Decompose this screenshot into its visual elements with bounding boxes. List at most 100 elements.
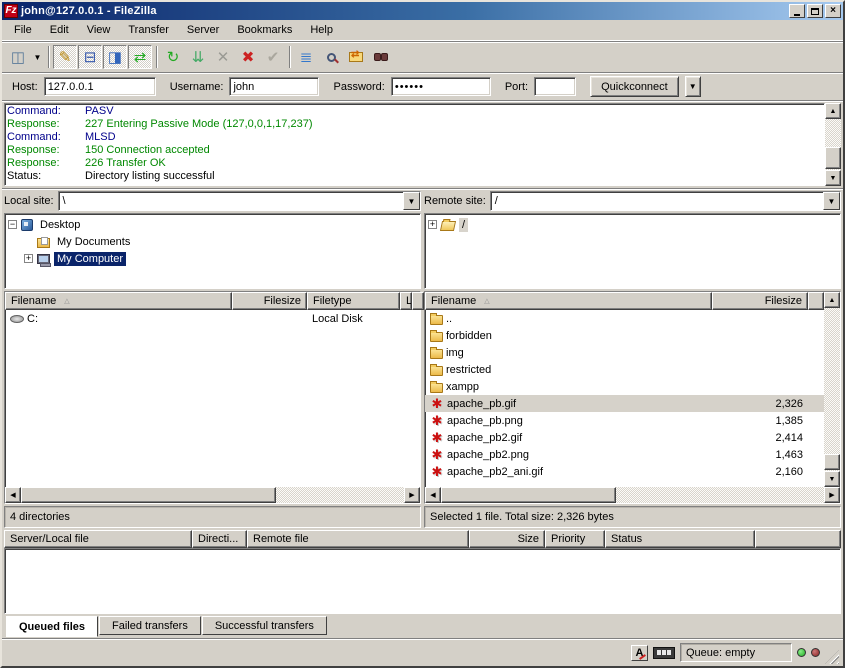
- toggle-local-treeview-button[interactable]: ⊟: [78, 45, 102, 69]
- file-row[interactable]: ✱apache_pb.png1,385: [425, 412, 824, 429]
- file-size-cell: 2,326: [712, 398, 808, 410]
- port-input[interactable]: [534, 77, 576, 96]
- directory-listing-filters-button[interactable]: ≣: [294, 45, 318, 69]
- menu-item-bookmarks[interactable]: Bookmarks: [229, 22, 300, 38]
- tree-item-label: Desktop: [37, 218, 83, 232]
- disconnect-button[interactable]: ✖: [236, 45, 260, 69]
- filter-button[interactable]: ✔: [261, 45, 285, 69]
- column-header-filesize[interactable]: Filesize: [712, 292, 808, 310]
- queue-column-size[interactable]: Size: [469, 530, 545, 548]
- documents-folder-icon: [37, 238, 50, 248]
- log-text: 150 Connection accepted: [85, 144, 210, 157]
- title-bar[interactable]: Fz john@127.0.0.1 - FileZilla ×: [2, 2, 843, 20]
- tree-item[interactable]: +/: [428, 216, 837, 233]
- toggle-message-log-button[interactable]: ✎: [53, 45, 77, 69]
- directory-comparison-button[interactable]: [319, 45, 343, 69]
- file-row[interactable]: ✱apache_pb2.gif2,414: [425, 429, 824, 446]
- local-site-combo[interactable]: \ ▼: [58, 191, 421, 211]
- remote-status-bar: Selected 1 file. Total size: 2,326 bytes: [424, 506, 841, 528]
- queue-column-priority[interactable]: Priority: [545, 530, 605, 548]
- scroll-thumb[interactable]: [441, 487, 616, 503]
- image-file-icon: ✱: [430, 431, 444, 444]
- local-horizontal-scrollbar[interactable]: ◀ ▶: [5, 487, 420, 503]
- scroll-right-button[interactable]: ▶: [404, 487, 420, 503]
- column-header-filename[interactable]: Filename△: [5, 292, 232, 310]
- file-row[interactable]: ..: [425, 310, 824, 327]
- file-name-cell: ..: [425, 313, 712, 325]
- remote-vertical-scrollbar[interactable]: ▲ ▼: [824, 292, 840, 487]
- menu-item-help[interactable]: Help: [302, 22, 341, 38]
- column-header-filetype[interactable]: Filetype: [307, 292, 400, 310]
- expand-icon[interactable]: +: [428, 220, 437, 229]
- tab-queued-files[interactable]: Queued files: [6, 616, 98, 637]
- file-row[interactable]: ✱apache_pb2_ani.gif2,160: [425, 463, 824, 480]
- remote-site-path: /: [491, 192, 823, 210]
- file-row[interactable]: restricted: [425, 361, 824, 378]
- close-button[interactable]: ×: [825, 4, 841, 18]
- quickconnect-button[interactable]: Quickconnect: [590, 76, 679, 97]
- site-manager-dropdown-button[interactable]: ▼: [31, 45, 44, 69]
- expand-icon[interactable]: +: [24, 254, 33, 263]
- site-manager-button[interactable]: ◫: [6, 45, 30, 69]
- tree-item[interactable]: My Documents: [24, 233, 417, 250]
- file-size-cell: 1,463: [712, 449, 808, 461]
- synchronized-browsing-button[interactable]: [344, 45, 368, 69]
- refresh-button[interactable]: ↻: [161, 45, 185, 69]
- tree-item[interactable]: − Desktop: [8, 216, 417, 233]
- file-row[interactable]: forbidden: [425, 327, 824, 344]
- local-site-dropdown-button[interactable]: ▼: [403, 192, 420, 210]
- scroll-right-button[interactable]: ▶: [824, 487, 840, 503]
- toggle-remote-treeview-button[interactable]: ◨: [103, 45, 127, 69]
- remote-site-dropdown-button[interactable]: ▼: [823, 192, 840, 210]
- cancel-operation-button[interactable]: ✕: [211, 45, 235, 69]
- file-row[interactable]: img: [425, 344, 824, 361]
- scroll-left-button[interactable]: ◀: [5, 487, 21, 503]
- file-row[interactable]: ✱apache_pb2.png1,463: [425, 446, 824, 463]
- queue-column-status[interactable]: Status: [605, 530, 755, 548]
- file-row[interactable]: xampp: [425, 378, 824, 395]
- password-input[interactable]: [391, 77, 491, 96]
- queue-column-serverlocalfile[interactable]: Server/Local file: [4, 530, 192, 548]
- username-input[interactable]: [229, 77, 319, 96]
- remote-horizontal-scrollbar[interactable]: ◀ ▶: [425, 487, 840, 503]
- scroll-thumb[interactable]: [824, 454, 840, 470]
- menu-item-edit[interactable]: Edit: [42, 22, 77, 38]
- scroll-down-button[interactable]: ▼: [824, 471, 840, 487]
- tree-item[interactable]: +My Computer: [24, 250, 417, 267]
- scroll-down-button[interactable]: ▼: [825, 170, 841, 186]
- remote-pane: Remote site: / ▼ +/ Filename△Filesize ..…: [424, 191, 841, 528]
- tab-failed-transfers[interactable]: Failed transfers: [99, 616, 201, 635]
- file-row[interactable]: ✱apache_pb.gif2,326: [425, 395, 824, 412]
- scroll-up-button[interactable]: ▲: [825, 103, 841, 119]
- scroll-up-button[interactable]: ▲: [824, 292, 840, 308]
- minimize-button[interactable]: [789, 4, 805, 18]
- scroll-thumb[interactable]: [21, 487, 276, 503]
- queue-body: [4, 548, 841, 614]
- column-header-filename[interactable]: Filename△: [425, 292, 712, 310]
- menu-item-server[interactable]: Server: [179, 22, 227, 38]
- log-label: Command:: [7, 131, 85, 144]
- queue-column-remotefile[interactable]: Remote file: [247, 530, 469, 548]
- resize-grip[interactable]: [825, 650, 839, 664]
- find-files-button[interactable]: [369, 45, 393, 69]
- menu-item-view[interactable]: View: [79, 22, 119, 38]
- quickconnect-dropdown-button[interactable]: ▼: [685, 76, 701, 97]
- scroll-thumb[interactable]: [825, 147, 841, 169]
- column-header-l[interactable]: L: [400, 292, 412, 310]
- toggle-transfer-queue-button[interactable]: ⇄: [128, 45, 152, 69]
- process-queue-button[interactable]: ⇊: [186, 45, 210, 69]
- scroll-left-button[interactable]: ◀: [425, 487, 441, 503]
- log-vertical-scrollbar[interactable]: ▲ ▼: [825, 103, 841, 186]
- file-name-cell: ✱apache_pb.png: [425, 414, 712, 427]
- disk-icon: [10, 315, 24, 323]
- remote-site-combo[interactable]: / ▼: [490, 191, 841, 211]
- column-header-filesize[interactable]: Filesize: [232, 292, 307, 310]
- collapse-icon[interactable]: −: [8, 220, 17, 229]
- maximize-button[interactable]: [807, 4, 823, 18]
- queue-column-directi[interactable]: Directi...: [192, 530, 247, 548]
- file-row[interactable]: C:Local Disk: [5, 310, 420, 327]
- tab-successful-transfers[interactable]: Successful transfers: [202, 616, 327, 635]
- menu-item-file[interactable]: File: [6, 22, 40, 38]
- host-input[interactable]: [44, 77, 156, 96]
- menu-item-transfer[interactable]: Transfer: [120, 22, 177, 38]
